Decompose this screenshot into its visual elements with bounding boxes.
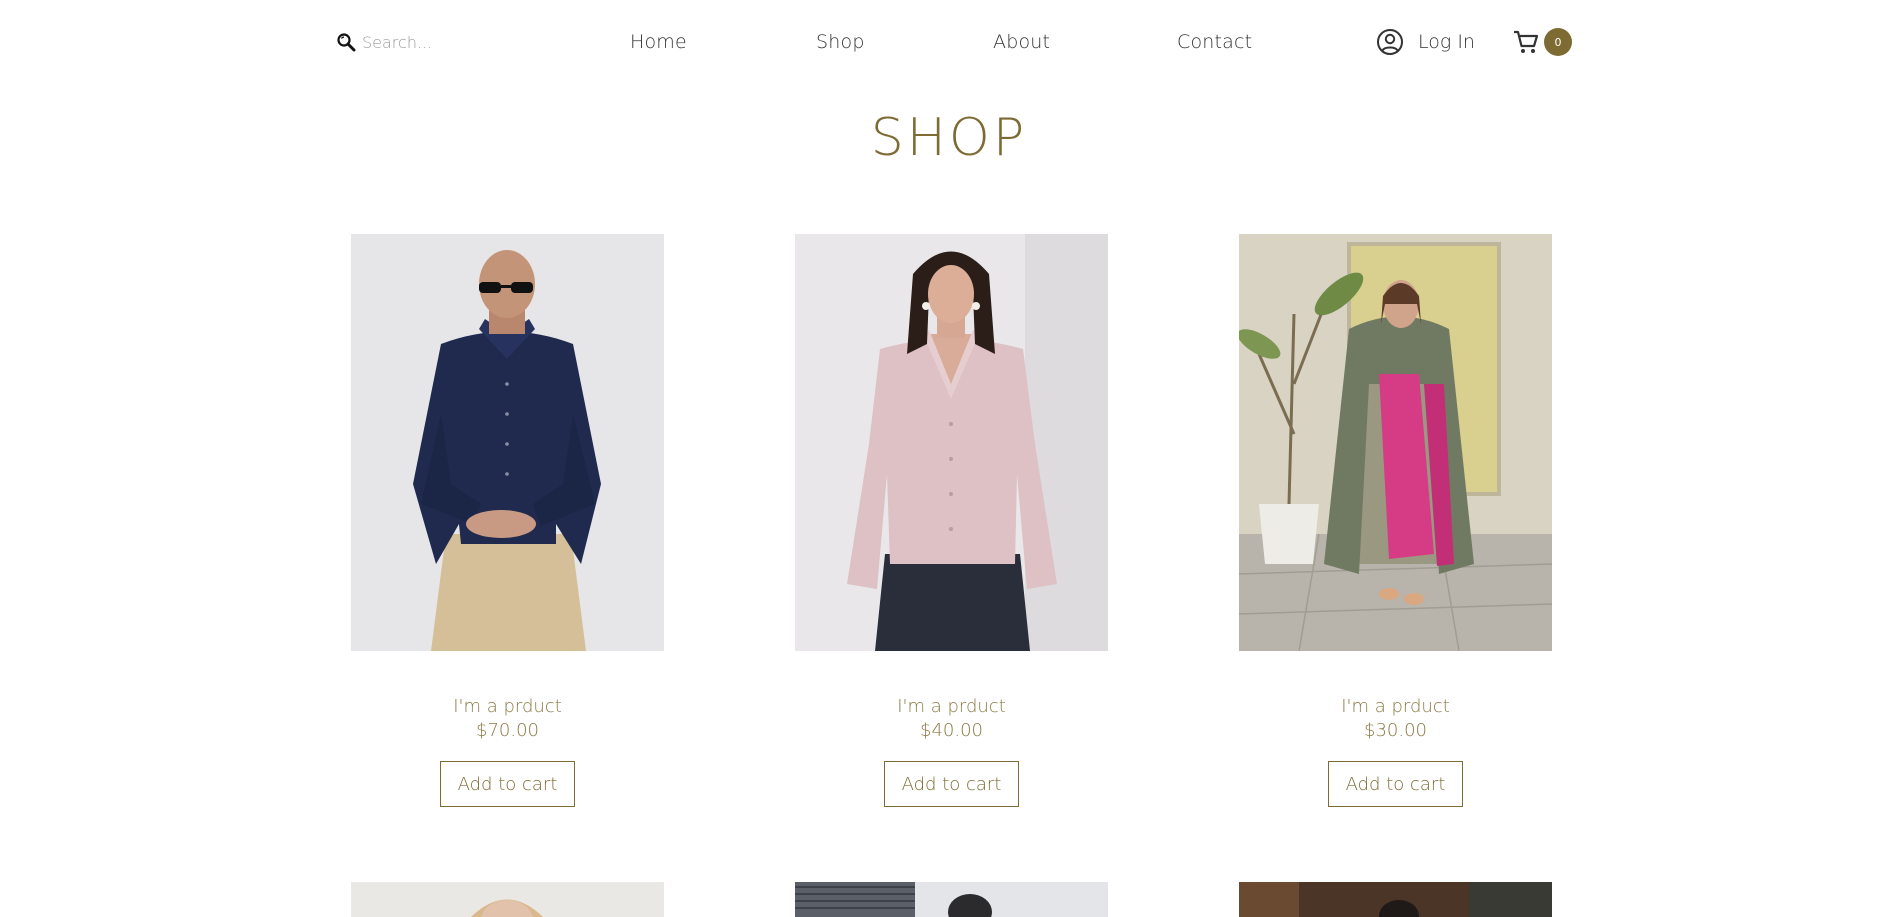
cart-button[interactable]: 0 bbox=[1512, 27, 1572, 57]
product-card: I'm a prduct $30.00 Add to cart bbox=[1239, 234, 1552, 807]
add-to-cart-button[interactable]: Add to cart bbox=[439, 761, 576, 807]
product-image[interactable] bbox=[351, 882, 664, 917]
product-card: I'm a prduct $70.00 Add to cart bbox=[351, 234, 664, 807]
product-image[interactable] bbox=[1239, 234, 1552, 651]
product-image[interactable] bbox=[1239, 882, 1552, 917]
product-name[interactable]: I'm a prduct bbox=[351, 695, 664, 719]
nav-home[interactable]: Home bbox=[630, 28, 687, 56]
product-price: $40.00 bbox=[920, 720, 983, 741]
product-name[interactable]: I'm a prduct bbox=[1239, 695, 1552, 719]
nav-about[interactable]: About bbox=[993, 28, 1050, 56]
search-input[interactable] bbox=[362, 32, 522, 52]
login-label: Log In bbox=[1418, 31, 1475, 53]
product-image[interactable] bbox=[795, 234, 1108, 651]
product-image[interactable] bbox=[795, 882, 1108, 917]
shop-page: Home Shop About Contact Log In 0 SHOP bbox=[0, 0, 1898, 917]
add-to-cart-button[interactable]: Add to cart bbox=[883, 761, 1020, 807]
nav-shop[interactable]: Shop bbox=[816, 28, 865, 56]
product-price: $70.00 bbox=[476, 720, 539, 741]
login-button[interactable]: Log In bbox=[1376, 27, 1475, 57]
search-bar[interactable] bbox=[336, 28, 536, 56]
product-name[interactable]: I'm a prduct bbox=[795, 695, 1108, 719]
search-icon[interactable] bbox=[336, 32, 356, 52]
add-to-cart-button[interactable]: Add to cart bbox=[1327, 761, 1464, 807]
cart-icon bbox=[1514, 30, 1539, 53]
site-header: Home Shop About Contact Log In 0 bbox=[0, 0, 1898, 84]
cart-count-badge: 0 bbox=[1544, 28, 1572, 56]
product-image[interactable] bbox=[351, 234, 664, 651]
product-card: I'm a prduct $40.00 Add to cart bbox=[795, 234, 1108, 807]
user-icon bbox=[1377, 29, 1403, 55]
product-price: $30.00 bbox=[1364, 720, 1427, 741]
nav-contact[interactable]: Contact bbox=[1177, 28, 1252, 56]
page-title: SHOP bbox=[870, 108, 1028, 168]
